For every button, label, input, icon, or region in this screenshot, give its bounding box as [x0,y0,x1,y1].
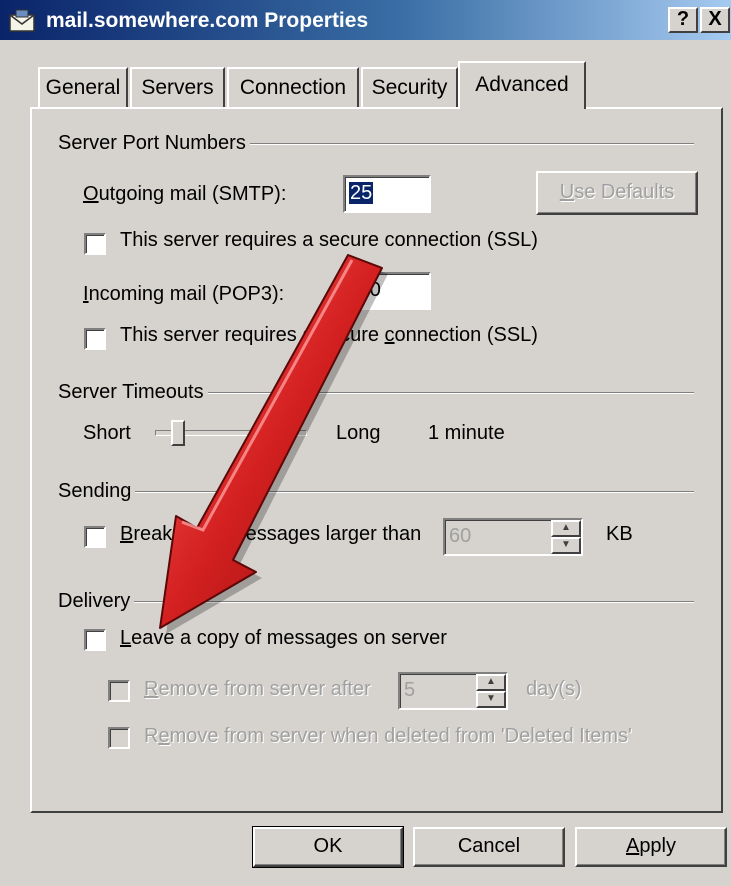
remove-after-label: Remove from server after [144,678,371,700]
ssl-incoming-checkbox[interactable] [84,328,106,350]
timeout-value-text: 1 minute [428,422,505,444]
break-size-unit: KB [606,523,633,545]
leave-copy-label: Leave a copy of messages on server [120,627,447,649]
spin-down-icon[interactable]: ▼ [551,537,581,554]
cancel-button[interactable]: Cancel [413,827,565,867]
spin-up-icon[interactable]: ▲ [476,674,506,691]
leave-copy-checkbox[interactable] [84,629,106,651]
remove-after-checkbox[interactable] [108,680,130,702]
days-unit-label: day(s) [526,678,582,700]
outgoing-smtp-input[interactable]: 25 [343,175,431,213]
delivery-group-title: Delivery [58,590,135,613]
remove-deleted-label: Remove from server when deleted from 'De… [144,725,632,747]
ssl-outgoing-label: This server requires a secure connection… [120,229,538,251]
spin-down-icon[interactable]: ▼ [476,691,506,708]
ssl-incoming-label: This server requires a secure connection… [120,324,538,346]
incoming-pop3-label: Incoming mail (POP3): [83,283,285,305]
break-size-spinner[interactable]: ▲ ▼ [551,520,581,554]
outgoing-smtp-label: Outgoing mail (SMTP): [83,183,287,205]
timeout-long-label: Long [336,422,381,444]
timeouts-group-title: Server Timeouts [58,381,208,404]
timeout-short-label: Short [83,422,131,444]
group-divider [60,491,694,493]
ok-button[interactable]: OK [252,826,404,868]
remove-after-spinner[interactable]: ▲ ▼ [476,674,506,708]
ssl-outgoing-checkbox[interactable] [84,233,106,255]
incoming-pop3-input[interactable]: 110 [343,272,431,310]
server-ports-group-title: Server Port Numbers [58,132,250,155]
sending-group-title: Sending [58,480,136,503]
use-defaults-button[interactable]: Use Defaults [536,171,698,215]
break-apart-checkbox[interactable] [84,526,106,548]
break-apart-label: Break apart messages larger than [120,523,422,545]
timeout-slider-thumb[interactable] [171,420,186,446]
remove-deleted-checkbox[interactable] [108,727,130,749]
spin-up-icon[interactable]: ▲ [551,520,581,537]
apply-button[interactable]: Apply [575,827,727,867]
group-divider [60,601,694,603]
